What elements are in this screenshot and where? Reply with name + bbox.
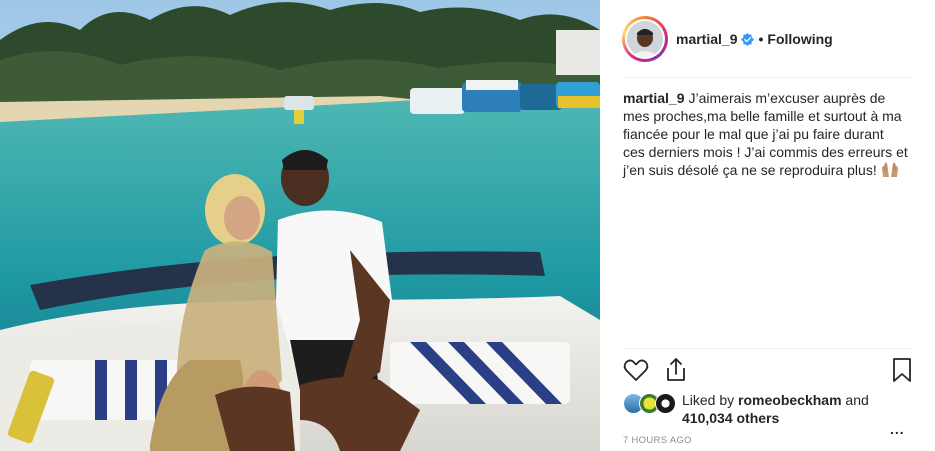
post-side-panel: martial_9 • Following martial_9 J’aimerai… bbox=[600, 0, 935, 451]
following-button[interactable]: Following bbox=[767, 31, 832, 47]
share-icon[interactable] bbox=[662, 356, 690, 384]
header-divider bbox=[622, 77, 912, 78]
post-timestamp[interactable]: 7 HOURS AGO bbox=[623, 435, 692, 446]
post-photo[interactable] bbox=[0, 0, 600, 451]
likes-summary: Liked by romeobeckham and 410,034 others bbox=[623, 391, 913, 427]
liker-username-link[interactable]: romeobeckham bbox=[738, 392, 841, 408]
verified-badge-icon bbox=[741, 32, 755, 46]
bookmark-icon[interactable] bbox=[888, 356, 916, 384]
actions-divider bbox=[622, 348, 912, 349]
raised-hands-emoji bbox=[881, 161, 899, 182]
post-caption: martial_9 J’aimerais m’excuser auprès de … bbox=[623, 89, 908, 182]
likes-and: and bbox=[841, 392, 869, 408]
more-options-icon[interactable]: ... bbox=[890, 421, 905, 437]
liker-avatars bbox=[623, 393, 679, 414]
post-header: martial_9 • Following bbox=[622, 14, 912, 64]
username-link[interactable]: martial_9 bbox=[676, 31, 737, 47]
boat-couple-photo bbox=[0, 0, 600, 451]
action-bar bbox=[622, 356, 914, 386]
caption-username-link[interactable]: martial_9 bbox=[623, 90, 684, 106]
heart-outline-icon[interactable] bbox=[622, 356, 650, 384]
likes-text: Liked by romeobeckham and 410,034 others bbox=[682, 391, 869, 427]
likes-prefix: Liked by bbox=[682, 392, 739, 408]
liker-avatar[interactable] bbox=[655, 393, 676, 414]
separator-dot: • bbox=[758, 31, 764, 47]
avatar[interactable] bbox=[622, 16, 668, 62]
profile-picture bbox=[627, 21, 663, 57]
likes-count-link[interactable]: 410,034 others bbox=[682, 410, 779, 426]
